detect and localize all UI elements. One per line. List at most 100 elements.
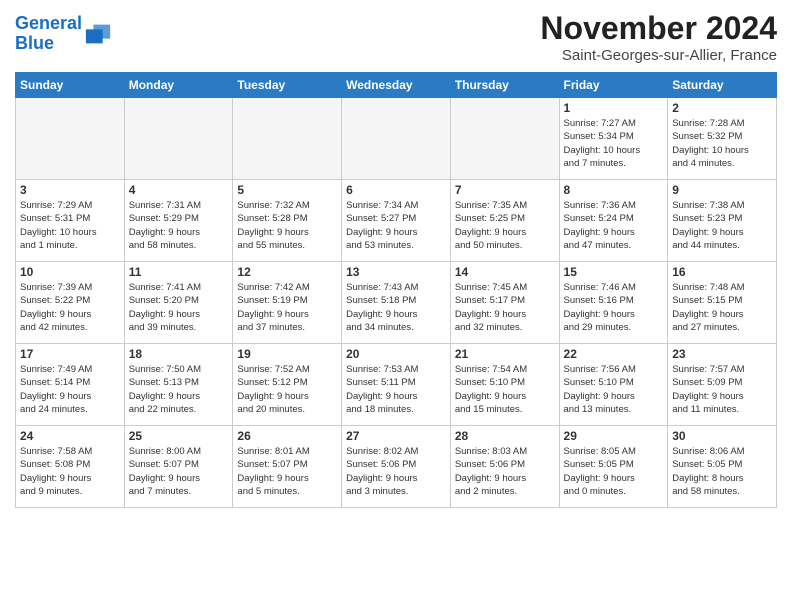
title-block: November 2024 Saint-Georges-sur-Allier, … <box>540 10 777 64</box>
day-info: Sunrise: 7:27 AM Sunset: 5:34 PM Dayligh… <box>564 117 664 170</box>
calendar-body: 1 Sunrise: 7:27 AM Sunset: 5:34 PM Daylig… <box>16 98 777 508</box>
day-number: 4 <box>129 183 229 197</box>
day-info: Sunrise: 7:38 AM Sunset: 5:23 PM Dayligh… <box>672 199 772 252</box>
day-info: Sunrise: 8:03 AM Sunset: 5:06 PM Dayligh… <box>455 445 555 498</box>
weekday-header-monday: Monday <box>124 73 233 98</box>
day-number: 5 <box>237 183 337 197</box>
calendar-table: SundayMondayTuesdayWednesdayThursdayFrid… <box>15 72 777 508</box>
day-info: Sunrise: 7:54 AM Sunset: 5:10 PM Dayligh… <box>455 363 555 416</box>
day-info: Sunrise: 7:29 AM Sunset: 5:31 PM Dayligh… <box>20 199 120 252</box>
day-info: Sunrise: 7:45 AM Sunset: 5:17 PM Dayligh… <box>455 281 555 334</box>
calendar-cell: 9 Sunrise: 7:38 AM Sunset: 5:23 PM Daylig… <box>668 180 777 262</box>
calendar-cell <box>450 98 559 180</box>
day-number: 17 <box>20 347 120 361</box>
calendar-cell: 3 Sunrise: 7:29 AM Sunset: 5:31 PM Daylig… <box>16 180 125 262</box>
weekday-header-tuesday: Tuesday <box>233 73 342 98</box>
day-info: Sunrise: 7:36 AM Sunset: 5:24 PM Dayligh… <box>564 199 664 252</box>
calendar-cell: 2 Sunrise: 7:28 AM Sunset: 5:32 PM Daylig… <box>668 98 777 180</box>
day-info: Sunrise: 7:41 AM Sunset: 5:20 PM Dayligh… <box>129 281 229 334</box>
day-info: Sunrise: 8:02 AM Sunset: 5:06 PM Dayligh… <box>346 445 446 498</box>
day-number: 7 <box>455 183 555 197</box>
logo-text: General Blue <box>15 14 82 54</box>
day-number: 23 <box>672 347 772 361</box>
day-number: 1 <box>564 101 664 115</box>
logo-icon <box>84 20 112 48</box>
location-title: Saint-Georges-sur-Allier, France <box>540 47 777 64</box>
day-number: 26 <box>237 429 337 443</box>
calendar-header: SundayMondayTuesdayWednesdayThursdayFrid… <box>16 73 777 98</box>
day-info: Sunrise: 7:53 AM Sunset: 5:11 PM Dayligh… <box>346 363 446 416</box>
calendar-cell: 18 Sunrise: 7:50 AM Sunset: 5:13 PM Dayli… <box>124 344 233 426</box>
day-info: Sunrise: 7:49 AM Sunset: 5:14 PM Dayligh… <box>20 363 120 416</box>
calendar-cell: 25Sunrise: 8:00 AM Sunset: 5:07 PM Dayli… <box>124 426 233 508</box>
day-info: Sunrise: 7:50 AM Sunset: 5:13 PM Dayligh… <box>129 363 229 416</box>
day-info: Sunrise: 7:31 AM Sunset: 5:29 PM Dayligh… <box>129 199 229 252</box>
day-number: 9 <box>672 183 772 197</box>
weekday-header-thursday: Thursday <box>450 73 559 98</box>
weekday-header-wednesday: Wednesday <box>342 73 451 98</box>
day-info: Sunrise: 7:56 AM Sunset: 5:10 PM Dayligh… <box>564 363 664 416</box>
day-info: Sunrise: 7:57 AM Sunset: 5:09 PM Dayligh… <box>672 363 772 416</box>
calendar-cell: 1 Sunrise: 7:27 AM Sunset: 5:34 PM Daylig… <box>559 98 668 180</box>
calendar-cell <box>124 98 233 180</box>
calendar-cell: 11 Sunrise: 7:41 AM Sunset: 5:20 PM Dayli… <box>124 262 233 344</box>
calendar-cell: 17 Sunrise: 7:49 AM Sunset: 5:14 PM Dayli… <box>16 344 125 426</box>
day-info: Sunrise: 7:42 AM Sunset: 5:19 PM Dayligh… <box>237 281 337 334</box>
day-number: 15 <box>564 265 664 279</box>
weekday-header-row: SundayMondayTuesdayWednesdayThursdayFrid… <box>16 73 777 98</box>
calendar-cell <box>233 98 342 180</box>
day-number: 18 <box>129 347 229 361</box>
calendar-cell: 12 Sunrise: 7:42 AM Sunset: 5:19 PM Dayli… <box>233 262 342 344</box>
day-info: Sunrise: 7:39 AM Sunset: 5:22 PM Dayligh… <box>20 281 120 334</box>
calendar-week-1: 1 Sunrise: 7:27 AM Sunset: 5:34 PM Daylig… <box>16 98 777 180</box>
calendar-cell: 21 Sunrise: 7:54 AM Sunset: 5:10 PM Dayli… <box>450 344 559 426</box>
calendar-cell: 7 Sunrise: 7:35 AM Sunset: 5:25 PM Daylig… <box>450 180 559 262</box>
day-info: Sunrise: 8:05 AM Sunset: 5:05 PM Dayligh… <box>564 445 664 498</box>
weekday-header-friday: Friday <box>559 73 668 98</box>
day-number: 20 <box>346 347 446 361</box>
day-number: 27 <box>346 429 446 443</box>
day-info: Sunrise: 7:58 AM Sunset: 5:08 PM Dayligh… <box>20 445 120 498</box>
calendar-cell: 6 Sunrise: 7:34 AM Sunset: 5:27 PM Daylig… <box>342 180 451 262</box>
day-number: 11 <box>129 265 229 279</box>
day-info: Sunrise: 7:46 AM Sunset: 5:16 PM Dayligh… <box>564 281 664 334</box>
calendar-cell: 29Sunrise: 8:05 AM Sunset: 5:05 PM Dayli… <box>559 426 668 508</box>
calendar-cell: 27 Sunrise: 8:02 AM Sunset: 5:06 PM Dayli… <box>342 426 451 508</box>
day-number: 6 <box>346 183 446 197</box>
calendar-cell <box>16 98 125 180</box>
day-info: Sunrise: 7:32 AM Sunset: 5:28 PM Dayligh… <box>237 199 337 252</box>
calendar-cell: 4 Sunrise: 7:31 AM Sunset: 5:29 PM Daylig… <box>124 180 233 262</box>
calendar-week-5: 24Sunrise: 7:58 AM Sunset: 5:08 PM Dayli… <box>16 426 777 508</box>
day-number: 22 <box>564 347 664 361</box>
day-info: Sunrise: 7:35 AM Sunset: 5:25 PM Dayligh… <box>455 199 555 252</box>
calendar-cell <box>342 98 451 180</box>
day-info: Sunrise: 7:48 AM Sunset: 5:15 PM Dayligh… <box>672 281 772 334</box>
logo: General Blue <box>15 14 112 54</box>
day-number: 16 <box>672 265 772 279</box>
calendar-cell: 8Sunrise: 7:36 AM Sunset: 5:24 PM Daylig… <box>559 180 668 262</box>
calendar-cell: 26Sunrise: 8:01 AM Sunset: 5:07 PM Dayli… <box>233 426 342 508</box>
calendar-cell: 16 Sunrise: 7:48 AM Sunset: 5:15 PM Dayli… <box>668 262 777 344</box>
calendar-week-2: 3 Sunrise: 7:29 AM Sunset: 5:31 PM Daylig… <box>16 180 777 262</box>
calendar-cell: 19 Sunrise: 7:52 AM Sunset: 5:12 PM Dayli… <box>233 344 342 426</box>
day-number: 12 <box>237 265 337 279</box>
day-info: Sunrise: 7:28 AM Sunset: 5:32 PM Dayligh… <box>672 117 772 170</box>
day-info: Sunrise: 7:43 AM Sunset: 5:18 PM Dayligh… <box>346 281 446 334</box>
day-number: 10 <box>20 265 120 279</box>
day-number: 2 <box>672 101 772 115</box>
calendar-cell: 10 Sunrise: 7:39 AM Sunset: 5:22 PM Dayli… <box>16 262 125 344</box>
day-number: 19 <box>237 347 337 361</box>
calendar-week-4: 17 Sunrise: 7:49 AM Sunset: 5:14 PM Dayli… <box>16 344 777 426</box>
month-title: November 2024 <box>540 10 777 47</box>
day-number: 25 <box>129 429 229 443</box>
day-info: Sunrise: 7:34 AM Sunset: 5:27 PM Dayligh… <box>346 199 446 252</box>
calendar-cell: 23 Sunrise: 7:57 AM Sunset: 5:09 PM Dayli… <box>668 344 777 426</box>
calendar-cell: 14Sunrise: 7:45 AM Sunset: 5:17 PM Dayli… <box>450 262 559 344</box>
day-number: 3 <box>20 183 120 197</box>
page-header: General Blue November 2024 Saint-Georges… <box>15 10 777 64</box>
day-info: Sunrise: 7:52 AM Sunset: 5:12 PM Dayligh… <box>237 363 337 416</box>
calendar-cell: 24Sunrise: 7:58 AM Sunset: 5:08 PM Dayli… <box>16 426 125 508</box>
day-number: 21 <box>455 347 555 361</box>
calendar-cell: 22 Sunrise: 7:56 AM Sunset: 5:10 PM Dayli… <box>559 344 668 426</box>
calendar-cell: 28Sunrise: 8:03 AM Sunset: 5:06 PM Dayli… <box>450 426 559 508</box>
